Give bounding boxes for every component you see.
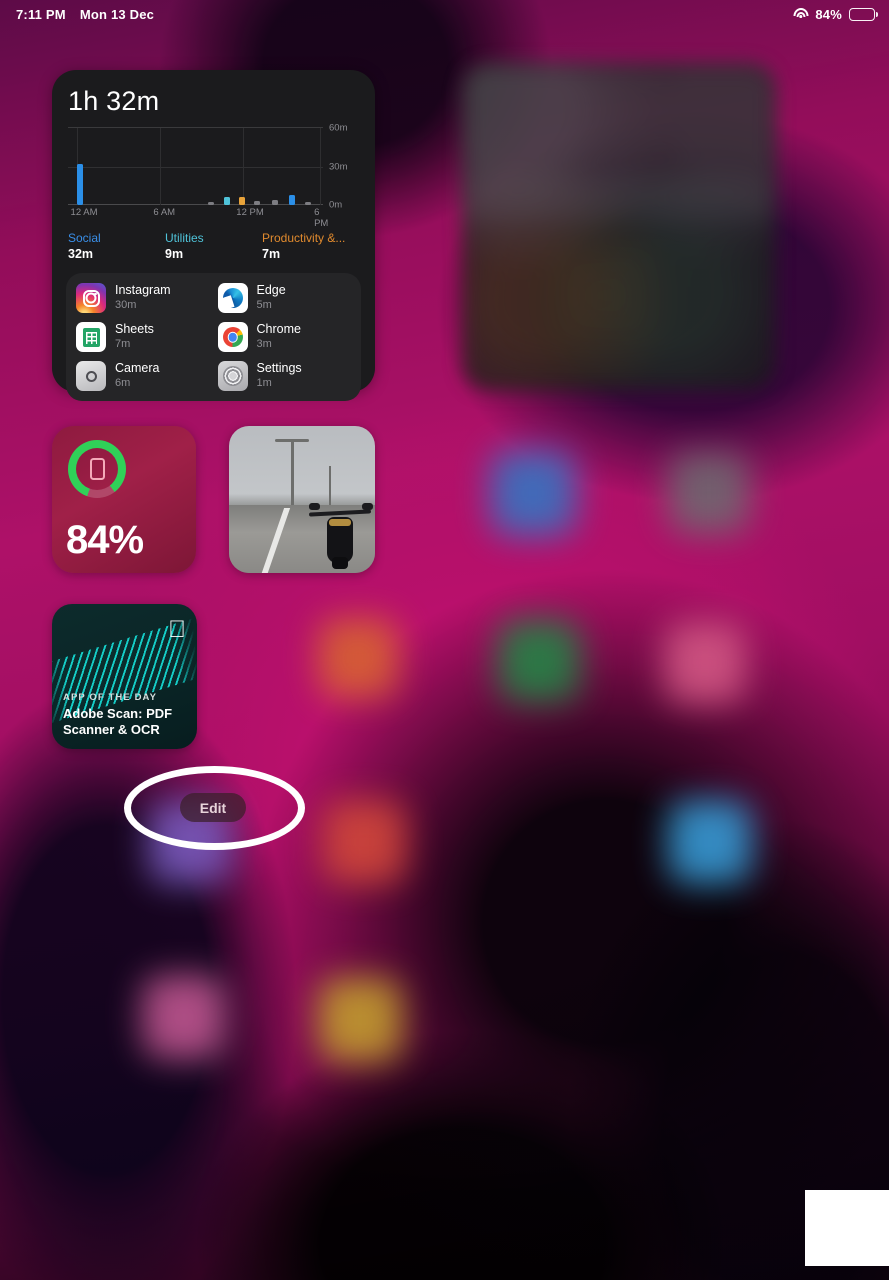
app-store-widget[interactable]:  APP OF THE DAY Adobe Scan: PDF Scanner… (52, 604, 197, 749)
app-name: Instagram (115, 283, 171, 298)
app-row-sheets[interactable]: Sheets 7m (76, 322, 210, 352)
status-bar: 7:11 PM Mon 13 Dec 84% (0, 0, 889, 28)
battery-icon (849, 7, 878, 21)
category-name: Social (68, 231, 101, 245)
category-time: 32m (68, 247, 94, 261)
category-time: 9m (165, 247, 184, 261)
status-bar-date: Mon 13 Dec (79, 6, 155, 22)
app-usage-list: Instagram 30m Edge 5m Sheets 7m Chrome 3… (66, 273, 361, 401)
blurred-app-icon (664, 622, 746, 704)
battery-widget-percent: 84% (66, 518, 144, 562)
x-tick-6am: 6 AM (153, 207, 176, 218)
chart-bar (254, 201, 261, 205)
app-name: Settings (256, 361, 302, 376)
instagram-icon (76, 283, 106, 313)
app-time: 3m (256, 337, 272, 350)
app-time: 30m (115, 298, 137, 311)
blurred-app-icon (490, 450, 576, 536)
chart-bar (305, 202, 312, 205)
category-name: Productivity &... (262, 231, 346, 245)
blurred-app-icon (318, 978, 402, 1062)
app-row-camera[interactable]: Camera 6m (76, 361, 210, 391)
app-time: 7m (115, 337, 131, 350)
ipad-icon (89, 458, 105, 480)
wifi-icon (793, 8, 809, 20)
chart-bar (76, 163, 83, 205)
app-row-chrome[interactable]: Chrome 3m (217, 322, 352, 352)
blurred-app-icon (498, 620, 580, 702)
app-row-settings[interactable]: Settings 1m (217, 361, 352, 391)
app-row-instagram[interactable]: Instagram 30m (76, 283, 210, 313)
screen-time-total: 1h 32m (68, 86, 160, 116)
x-tick-12pm: 12 PM (236, 207, 264, 218)
edit-button-label: Edit (199, 799, 227, 816)
watermark-block (805, 1190, 889, 1266)
chart-plot-area: 60m 30m 0m (68, 123, 347, 211)
screen-time-widget[interactable]: 1h 32m 60m 30m 0m 12 AM 6 AM 12 PM 6 PM … (52, 70, 375, 401)
battery-ring (68, 440, 126, 498)
blurred-widget-content (463, 64, 775, 390)
category-utilities: Utilities 9m (165, 231, 262, 261)
app-store-title: Adobe Scan: PDF Scanner & OCR (63, 706, 173, 737)
street-light-arm (275, 439, 309, 442)
app-name: Chrome (256, 322, 301, 337)
app-store-kicker: APP OF THE DAY (63, 692, 158, 703)
camera-icon (76, 361, 106, 391)
category-summary: Social 32m Utilities 9m Productivity &..… (68, 231, 359, 261)
status-bar-battery-percent: 84% (815, 6, 842, 22)
app-time: 1m (256, 376, 272, 389)
chart-bars (68, 128, 323, 205)
category-productivity: Productivity &... 7m (262, 231, 359, 261)
chart-x-axis: 12 AM 6 AM 12 PM 6 PM (68, 207, 329, 229)
app-row-edge[interactable]: Edge 5m (217, 283, 352, 313)
app-name: Edge (256, 283, 286, 298)
y-tick-30m: 30m (329, 161, 348, 172)
blurred-app-icon (318, 618, 398, 698)
chart-bar (223, 197, 230, 205)
blurred-app-icon (142, 975, 226, 1059)
edge-icon (217, 283, 248, 313)
chart-bar (288, 194, 295, 205)
app-time: 5m (256, 298, 272, 311)
blurred-app-icon (668, 452, 750, 534)
edit-button[interactable]: Edit (180, 793, 246, 822)
street-light-pole (291, 440, 294, 514)
chart-bar (272, 199, 278, 205)
photos-widget[interactable] (229, 426, 375, 573)
y-tick-0m: 0m (329, 199, 343, 211)
sheets-icon (76, 322, 106, 352)
chart-bar (238, 197, 245, 205)
battery-widget[interactable]: 84% (52, 426, 196, 573)
app-time: 6m (115, 376, 131, 389)
app-store-icon:  (168, 618, 186, 642)
y-tick-60m: 60m (329, 122, 348, 134)
screen-time-chart: 60m 30m 0m (68, 123, 347, 211)
status-bar-time: 7:11 PM (16, 6, 66, 22)
app-name: Sheets (115, 322, 154, 337)
settings-icon (217, 361, 248, 391)
category-time: 7m (262, 247, 281, 261)
blurred-app-icon (668, 800, 752, 884)
category-social: Social 32m (68, 231, 165, 261)
category-name: Utilities (165, 231, 204, 245)
chart-bar (208, 202, 215, 205)
x-tick-6pm: 6 PM (314, 207, 329, 229)
app-name: Camera (115, 361, 160, 376)
x-tick-12am: 12 AM (70, 207, 98, 218)
blurred-app-icon (322, 800, 406, 884)
chrome-icon (217, 322, 248, 352)
motorcycle (308, 495, 373, 569)
